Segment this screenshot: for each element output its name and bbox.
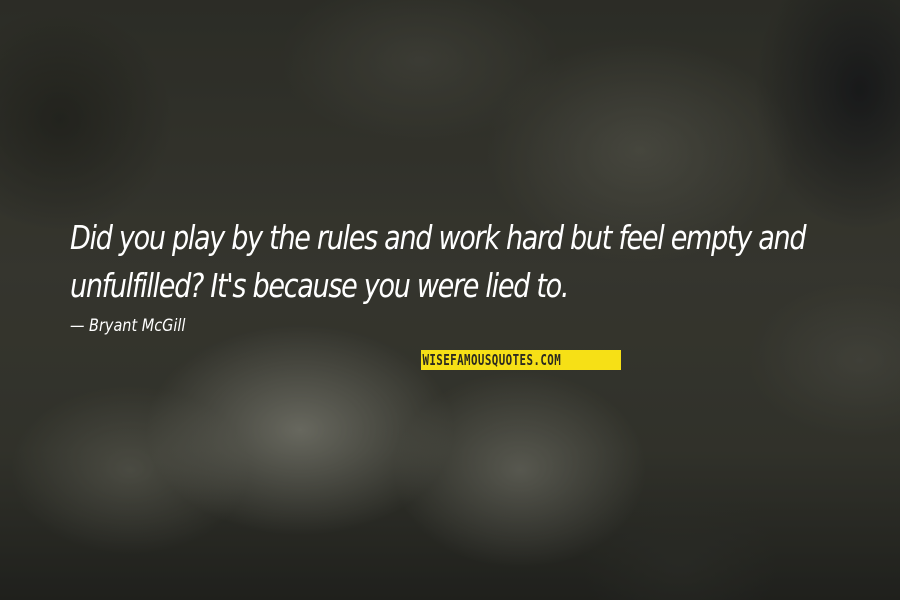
quote-line: Did you play by the rules and work hard …	[70, 218, 807, 257]
quote-author: — Bryant McGill	[70, 316, 185, 336]
watermark-text: WISEFAMOUSQUOTES.COM	[422, 351, 562, 369]
author-prefix: —	[70, 316, 85, 336]
watermark-badge: WISEFAMOUSQUOTES.COM	[421, 350, 621, 370]
quote-line: unfulfilled? It's because you were lied …	[70, 266, 569, 305]
quote-text: Did you play by the rules and work hard …	[70, 214, 807, 310]
cloud-background-image: Did you play by the rules and work hard …	[0, 0, 900, 600]
author-name: Bryant McGill	[89, 316, 186, 336]
